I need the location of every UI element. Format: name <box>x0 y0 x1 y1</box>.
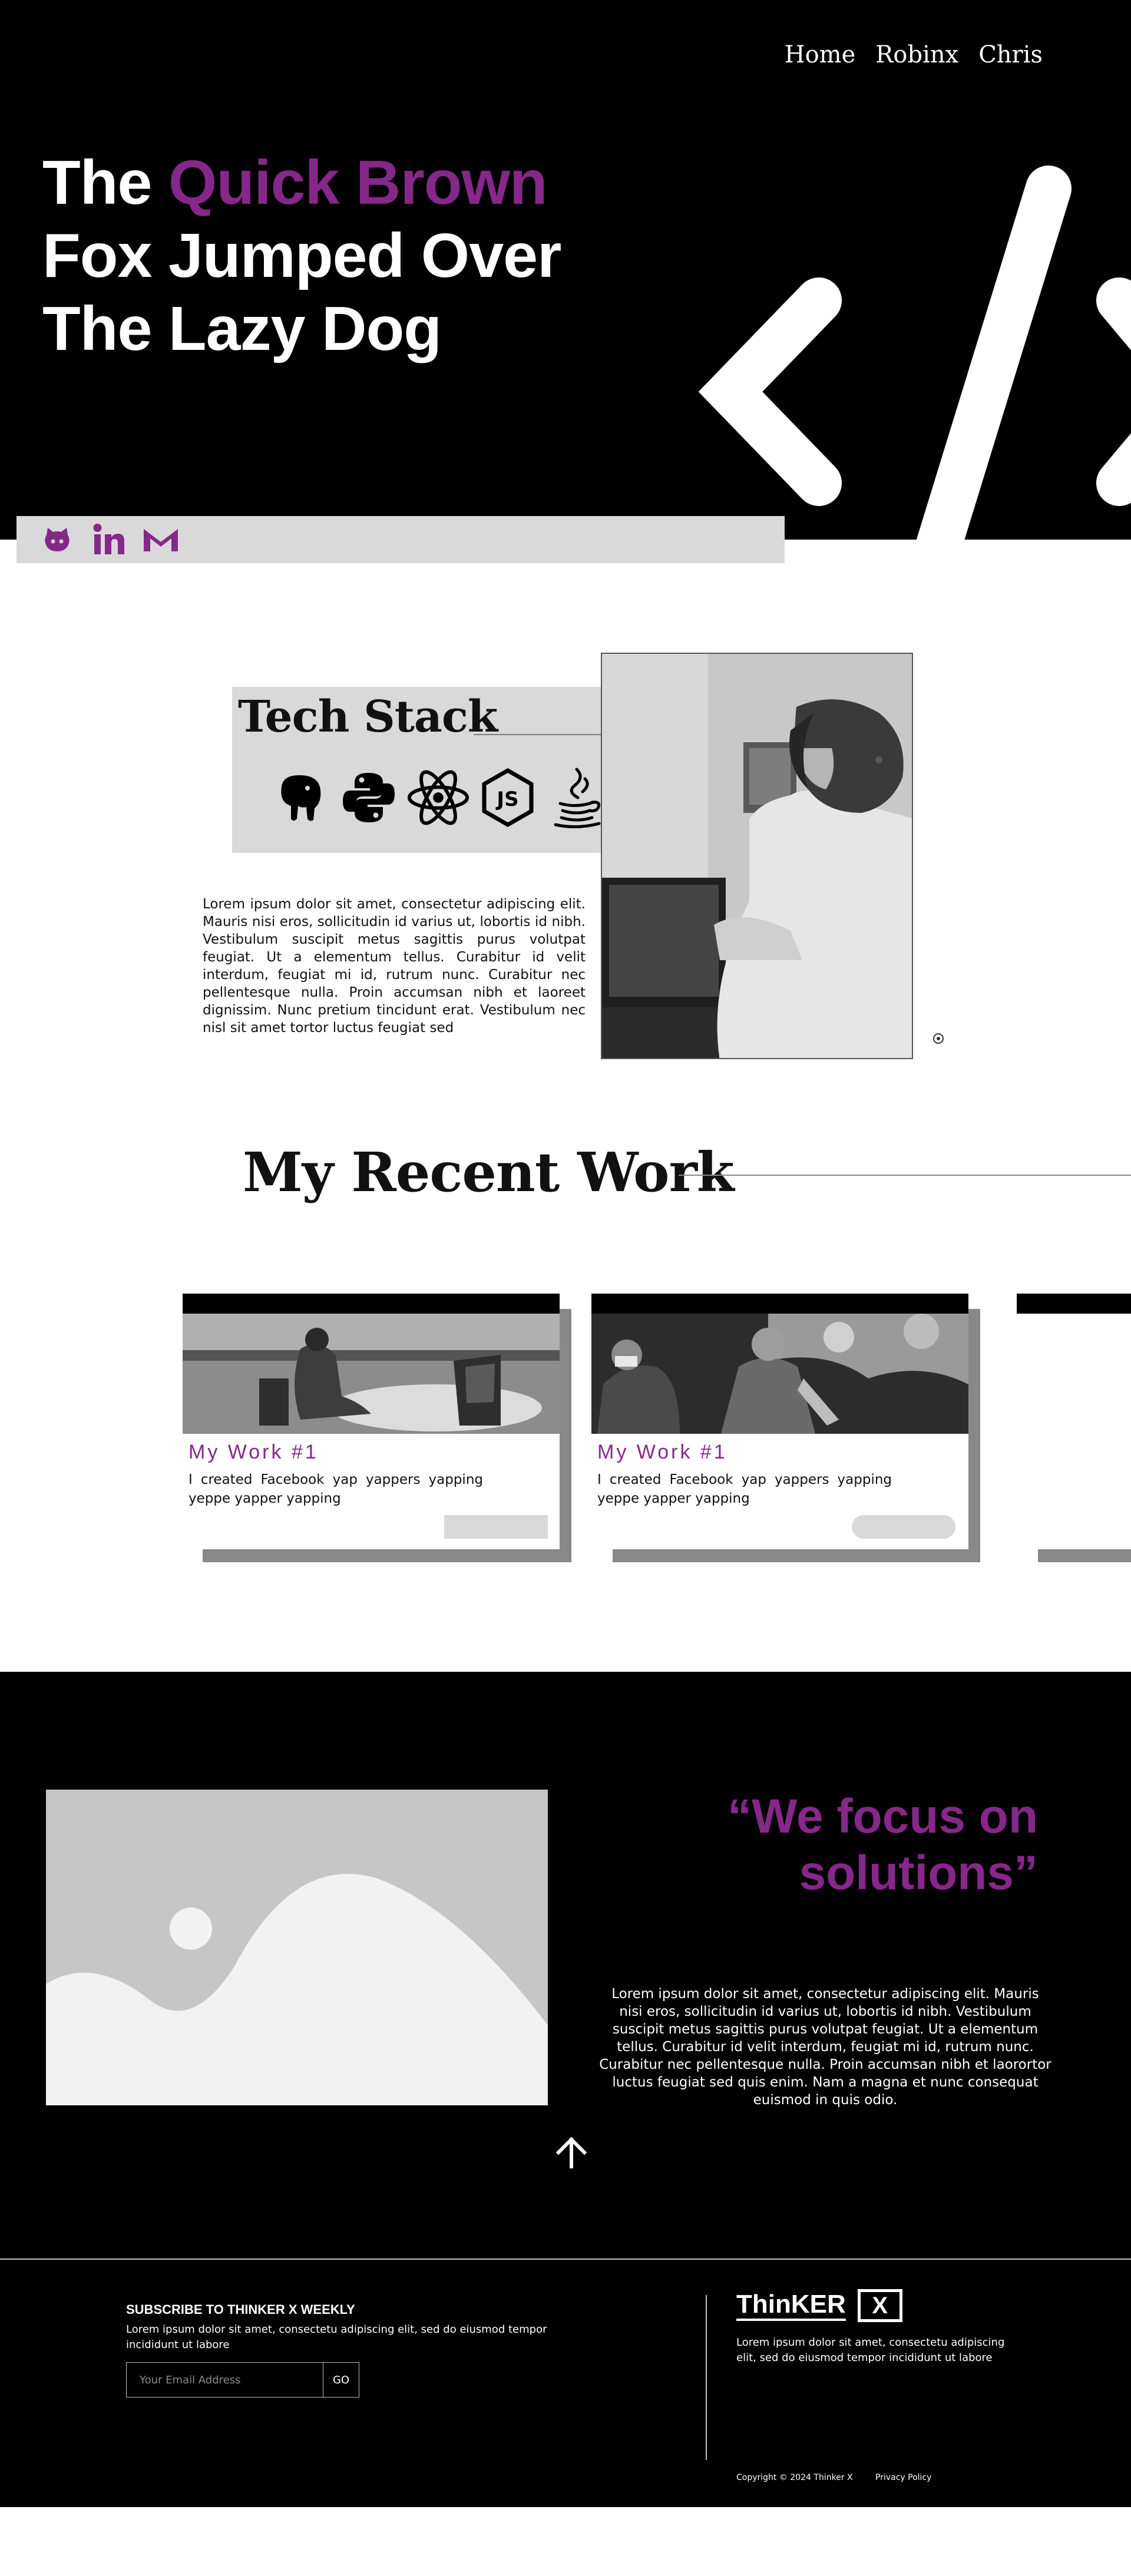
nav-home[interactable]: Home <box>785 41 856 68</box>
subscribe-text: Lorem ipsum dolor sit amet, consectetu a… <box>126 2323 547 2351</box>
privacy-policy-link[interactable]: Privacy Policy <box>875 2473 931 2482</box>
footer-divider <box>706 2295 707 2460</box>
work-card-button[interactable] <box>852 1515 955 1539</box>
logo-box: X <box>857 2289 902 2322</box>
java-icon <box>545 766 609 829</box>
subscribe-form: GO <box>126 2362 359 2398</box>
work-card-image <box>183 1314 560 1434</box>
focus-description: Lorem ipsum dolor sit amet, consectetur … <box>599 1986 1051 2108</box>
nav-robinx[interactable]: Robinx <box>875 41 958 68</box>
postgresql-icon <box>267 766 331 829</box>
hero-title: The Quick Brown Fox Jumped Over The Lazy… <box>42 146 667 365</box>
email-field[interactable] <box>127 2363 323 2397</box>
social-bar <box>16 516 785 563</box>
go-button[interactable]: GO <box>323 2363 359 2397</box>
hero-title-accent: Quick Brown <box>168 148 548 217</box>
github-icon[interactable] <box>38 520 77 559</box>
work-card-title: My Work #1 <box>188 1441 319 1463</box>
footer-about-text: Lorem ipsum dolor sit amet, consectetu a… <box>736 2336 1005 2364</box>
hero-title-part1: The <box>42 148 168 217</box>
work-card-2[interactable]: My Work #1 I created Facebook yap yapper… <box>591 1294 968 1549</box>
small-circle-icon <box>933 1033 944 1044</box>
work-card-description: I created Facebook yap yappers yapping y… <box>597 1472 892 1506</box>
focus-quote: “We focus on solutions” <box>727 1790 1038 1900</box>
recent-work-title: My Recent Work <box>243 1140 735 1204</box>
svg-text:JS: JS <box>495 788 518 811</box>
image-placeholder-icon <box>46 1790 548 2105</box>
person-at-laptop-photo <box>601 653 913 1059</box>
arrow-up-icon[interactable] <box>554 2135 589 2170</box>
work-card-description: I created Facebook yap yappers yapping y… <box>188 1472 483 1506</box>
work-card-header <box>183 1294 560 1314</box>
hero-title-part2: Fox Jumped Over The Lazy Dog <box>42 221 561 363</box>
work-card-3[interactable] <box>1017 1294 1131 1549</box>
logo-text: ThinKER <box>736 2290 846 2321</box>
work-card-1[interactable]: My Work #1 I created Facebook yap yapper… <box>183 1294 560 1549</box>
tech-stack-title: Tech Stack <box>238 692 498 742</box>
linkedin-icon[interactable] <box>90 520 128 559</box>
copyright-text: Copyright © 2024 Thinker X <box>736 2473 853 2482</box>
focus-section: “We focus on solutions” Lorem ipsum dolo… <box>0 1672 1131 2258</box>
work-card-header <box>591 1294 968 1314</box>
code-brackets-icon <box>698 166 1131 540</box>
thinker-x-logo[interactable]: ThinKER X <box>736 2289 902 2322</box>
react-icon <box>406 766 470 829</box>
hero-section: Home Robinx Chris The Quick Brown Fox Ju… <box>0 0 1131 540</box>
work-card-title: My Work #1 <box>597 1441 727 1463</box>
site-footer: SUBSCRIBE TO THINKER X WEEKLY Lorem ipsu… <box>0 2258 1131 2507</box>
work-card-image <box>591 1314 968 1434</box>
work-card-button[interactable] <box>444 1515 548 1539</box>
tech-stack-description: Lorem ipsum dolor sit amet, consectetur … <box>203 897 586 1036</box>
tech-stack-icons: JS <box>267 766 609 829</box>
subscribe-title: SUBSCRIBE TO THINKER X WEEKLY <box>126 2302 355 2317</box>
top-nav: Home Robinx Chris <box>785 41 1043 68</box>
python-icon <box>337 766 401 829</box>
work-card-header <box>1017 1294 1131 1314</box>
gmail-icon[interactable] <box>141 520 180 559</box>
nodejs-icon: JS <box>476 766 540 829</box>
recent-work-divider <box>679 1175 1131 1176</box>
nav-chris[interactable]: Chris <box>978 41 1043 68</box>
